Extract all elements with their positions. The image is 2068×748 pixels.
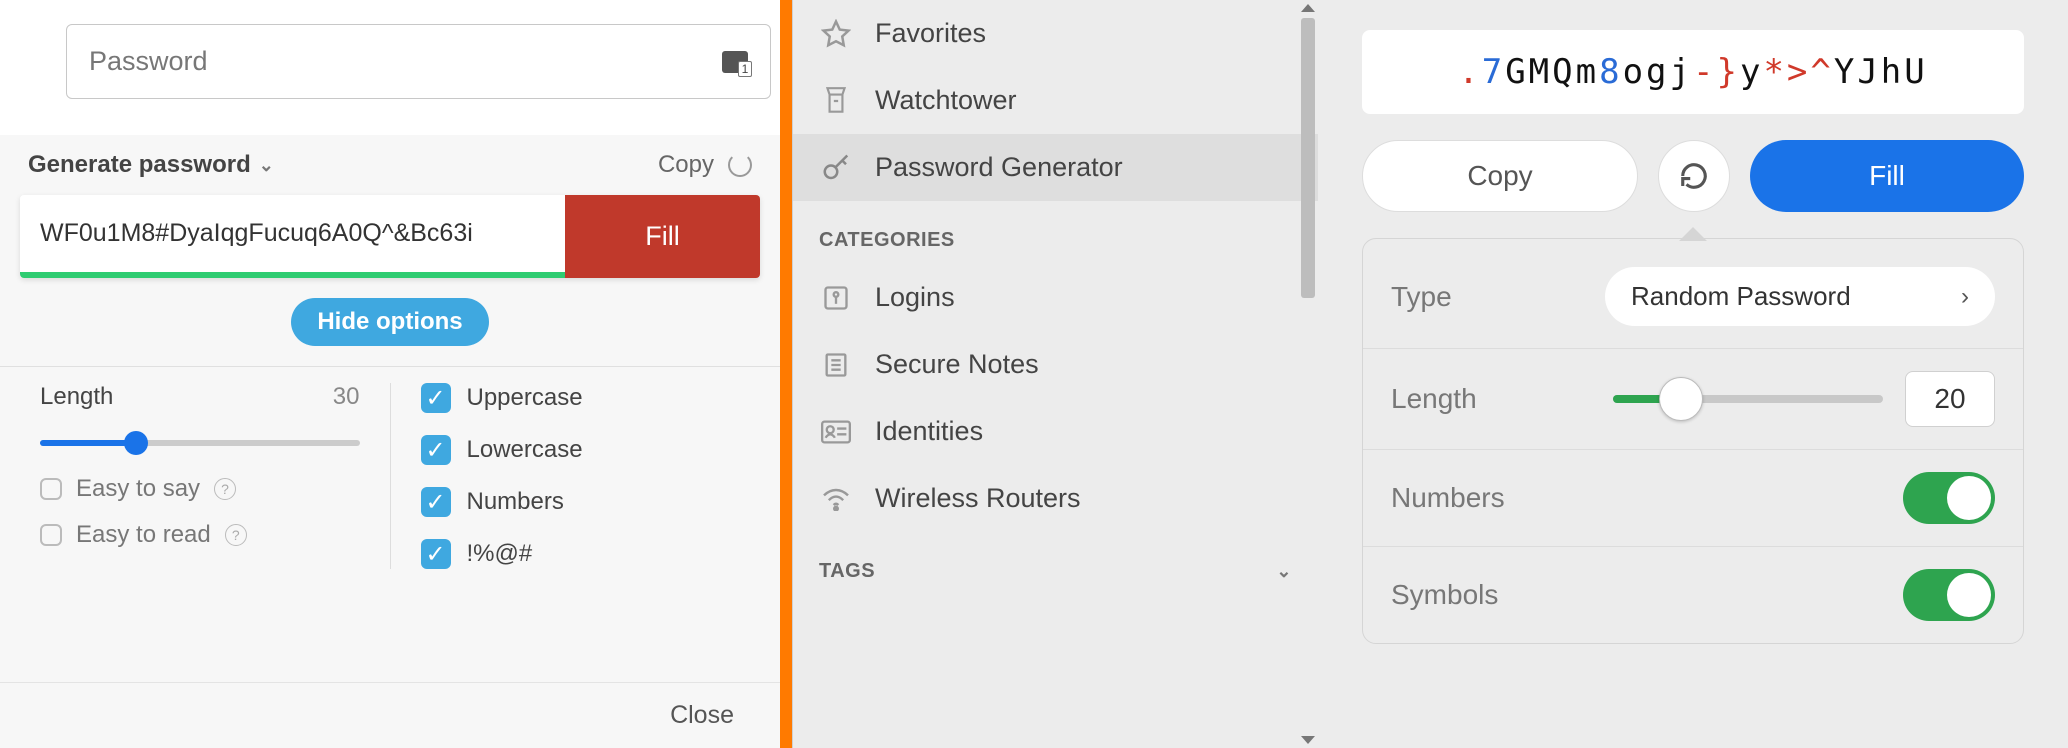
- options-toggle-row: Hide options: [0, 278, 780, 367]
- generator-header: Generate password ⌄ Copy: [0, 135, 780, 195]
- symbols-option[interactable]: ✓ !%@#: [421, 539, 741, 569]
- regenerate-button[interactable]: [1658, 140, 1730, 212]
- checkbox-checked-icon: ✓: [421, 435, 451, 465]
- easy-to-say-option[interactable]: Easy to say ?: [40, 475, 360, 503]
- generate-title: Generate password: [28, 151, 251, 179]
- category-wireless-routers[interactable]: Wireless Routers: [793, 465, 1318, 532]
- wifi-icon: [819, 487, 853, 511]
- length-slider[interactable]: [1613, 395, 1883, 403]
- categories-heading: CATEGORIES: [793, 201, 1318, 264]
- close-button[interactable]: Close: [0, 682, 780, 748]
- symbols-label: Symbols: [1391, 579, 1498, 611]
- category-logins[interactable]: Logins: [793, 264, 1318, 331]
- chevron-down-icon: ⌄: [259, 155, 274, 176]
- uppercase-option[interactable]: ✓ Uppercase: [421, 383, 741, 413]
- sidebar-item-favorites[interactable]: Favorites: [793, 0, 1318, 67]
- length-value: 30: [333, 383, 360, 411]
- category-secure-notes[interactable]: Secure Notes: [793, 331, 1318, 398]
- generate-password-dropdown[interactable]: Generate password ⌄: [28, 151, 274, 179]
- generator-settings: Type Random Password › Length 20 Numbers…: [1362, 238, 2024, 644]
- copy-button[interactable]: Copy: [1362, 140, 1638, 212]
- note-icon: [819, 351, 853, 379]
- radio-unchecked-icon: [40, 478, 62, 500]
- scroll-up-icon[interactable]: [1301, 4, 1315, 12]
- nav-label: Favorites: [875, 18, 986, 49]
- generated-password[interactable]: WF0u1M8#DyaIqgFucuq6A0Q^&Bc63i: [20, 195, 565, 278]
- symbols-toggle[interactable]: [1903, 569, 1995, 621]
- checkbox-checked-icon: ✓: [421, 383, 451, 413]
- sidebar-item-watchtower[interactable]: Watchtower: [793, 67, 1318, 134]
- type-row: Type Random Password ›: [1363, 245, 2023, 349]
- password-placeholder: Password: [89, 46, 208, 77]
- nav-label: Password Generator: [875, 152, 1123, 183]
- password-input[interactable]: Password: [66, 24, 771, 99]
- scroll-thumb[interactable]: [1301, 18, 1315, 298]
- sidebar-item-password-generator[interactable]: Password Generator: [793, 134, 1318, 201]
- lastpass-fill-icon[interactable]: [722, 51, 748, 73]
- length-label: Length: [1391, 383, 1477, 415]
- numbers-label: Numbers: [1391, 482, 1505, 514]
- numbers-row: Numbers: [1363, 450, 2023, 547]
- generated-password-display[interactable]: .7GMQm8ogj-}y*>^YJhU: [1362, 30, 2024, 114]
- length-value-input[interactable]: 20: [1905, 371, 1995, 427]
- category-identities[interactable]: Identities: [793, 398, 1318, 465]
- length-row: Length 20: [1363, 349, 2023, 450]
- checkbox-checked-icon: ✓: [421, 487, 451, 517]
- category-label: Secure Notes: [875, 349, 1039, 380]
- onepassword-generator-panel: .7GMQm8ogj-}y*>^YJhU Copy Fill Type Rand…: [1318, 0, 2068, 748]
- numbers-option[interactable]: ✓ Numbers: [421, 487, 741, 517]
- nav-label: Watchtower: [875, 85, 1017, 116]
- easy-to-read-option[interactable]: Easy to read ?: [40, 521, 360, 549]
- category-label: Wireless Routers: [875, 483, 1081, 514]
- radio-unchecked-icon: [40, 524, 62, 546]
- symbols-row: Symbols: [1363, 547, 2023, 643]
- uppercase-label: Uppercase: [467, 384, 583, 412]
- tags-heading[interactable]: TAGS ⌄: [793, 532, 1318, 595]
- password-field-row: Password: [0, 0, 780, 135]
- fill-button[interactable]: Fill: [565, 195, 760, 278]
- vertical-divider: [780, 0, 792, 748]
- lowercase-label: Lowercase: [467, 436, 583, 464]
- refresh-icon[interactable]: [728, 153, 752, 177]
- numbers-label: Numbers: [467, 488, 564, 516]
- key-icon: [819, 153, 853, 183]
- scroll-down-icon[interactable]: [1301, 736, 1315, 744]
- easy-to-say-label: Easy to say: [76, 475, 200, 503]
- lastpass-generator-panel: Password Generate password ⌄ Copy WF0u1M…: [0, 0, 780, 748]
- help-icon[interactable]: ?: [225, 524, 247, 546]
- category-label: Logins: [875, 282, 955, 313]
- type-selector[interactable]: Random Password ›: [1605, 267, 1995, 326]
- type-value: Random Password: [1631, 281, 1851, 312]
- generated-password-row: WF0u1M8#DyaIqgFucuq6A0Q^&Bc63i Fill: [20, 195, 760, 278]
- hide-options-button[interactable]: Hide options: [291, 298, 488, 346]
- numbers-toggle[interactable]: [1903, 472, 1995, 524]
- key-square-icon: [819, 284, 853, 312]
- scrollbar[interactable]: [1300, 0, 1316, 748]
- chevron-right-icon: ›: [1961, 283, 1969, 311]
- length-slider[interactable]: [40, 429, 360, 457]
- lowercase-option[interactable]: ✓ Lowercase: [421, 435, 741, 465]
- checkbox-checked-icon: ✓: [421, 539, 451, 569]
- action-buttons: Copy Fill: [1362, 140, 2024, 212]
- length-label: Length: [40, 383, 113, 411]
- chevron-down-icon: ⌄: [1276, 561, 1292, 582]
- type-label: Type: [1391, 281, 1452, 313]
- symbols-label: !%@#: [467, 540, 533, 568]
- copy-link[interactable]: Copy: [658, 151, 714, 179]
- category-label: Identities: [875, 416, 983, 447]
- star-icon: [819, 19, 853, 49]
- help-icon[interactable]: ?: [214, 478, 236, 500]
- fill-button[interactable]: Fill: [1750, 140, 2024, 212]
- onepassword-sidebar: Favorites Watchtower Password Generator …: [792, 0, 1318, 748]
- length-row: Length 30: [40, 383, 360, 411]
- easy-to-read-label: Easy to read: [76, 521, 211, 549]
- generator-options: Length 30 Easy to say ? Easy to read ? ✓: [0, 367, 780, 585]
- id-card-icon: [819, 419, 853, 445]
- watchtower-icon: [819, 86, 853, 116]
